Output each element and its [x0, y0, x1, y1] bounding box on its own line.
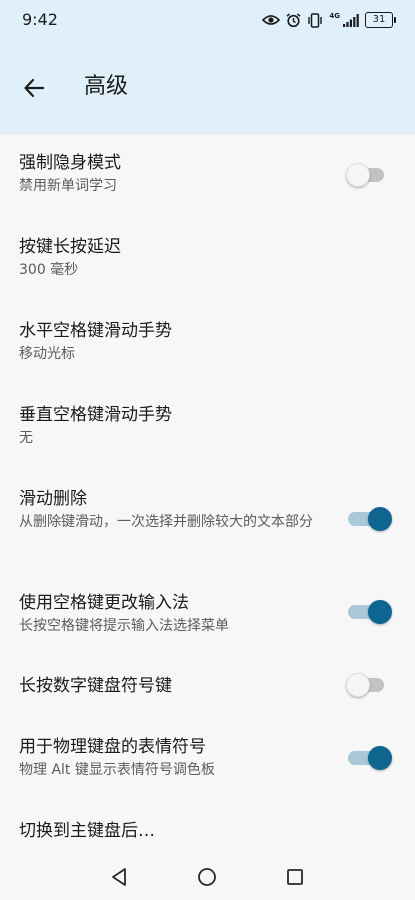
setting-space-switch-ime[interactable]: 使用空格键更改输入法 长按空格键将提示输入法选择菜单 [0, 572, 415, 656]
toggle-thumb [346, 673, 370, 697]
physical-emoji-toggle[interactable] [346, 745, 392, 771]
nav-back-button[interactable] [108, 866, 130, 888]
nav-home-button[interactable] [196, 866, 218, 888]
alarm-icon [286, 12, 301, 28]
triangle-back-icon [112, 868, 126, 886]
battery-icon: 31 [365, 12, 396, 28]
setting-vertical-space-swipe[interactable]: 垂直空格键滑动手势 无 [0, 384, 415, 468]
setting-numpad-symbol-longpress[interactable]: 长按数字键盘符号键 [0, 656, 415, 716]
setting-title: 使用空格键更改输入法 [19, 593, 189, 613]
swipe-delete-toggle[interactable] [346, 506, 392, 532]
page-title: 高级 [84, 74, 129, 99]
toggle-thumb [368, 600, 392, 624]
setting-title: 按键长按延迟 [19, 237, 121, 257]
setting-title: 滑动删除 [19, 489, 87, 509]
setting-title: 用于物理键盘的表情符号 [19, 737, 206, 757]
nav-recents-button[interactable] [284, 866, 306, 888]
setting-key-longpress-delay[interactable]: 按键长按延迟 300 毫秒 [0, 216, 415, 300]
setting-subtitle: 无 [19, 430, 33, 446]
setting-title: 长按数字键盘符号键 [19, 676, 172, 696]
setting-physical-keyboard-emoji[interactable]: 用于物理键盘的表情符号 物理 Alt 键显示表情符号调色板 [0, 716, 415, 816]
incognito-toggle[interactable] [346, 162, 392, 188]
setting-subtitle: 长按空格键将提示输入法选择菜单 [19, 618, 229, 634]
network-type-label: 4G [329, 12, 340, 20]
toggle-thumb [368, 746, 392, 770]
square-recents-icon [287, 869, 303, 885]
numpad-symbol-toggle[interactable] [346, 672, 392, 698]
status-icons: 4G 31 [262, 11, 396, 29]
setting-title: 切换到主键盘后… [19, 821, 155, 841]
top-app-bar: 9:42 4G 31 高级 [0, 0, 415, 132]
app-bar: 高级 [0, 60, 415, 116]
circle-home-icon [198, 868, 216, 886]
system-nav-bar [0, 852, 415, 900]
status-bar: 9:42 4G 31 [0, 0, 415, 40]
status-time: 9:42 [22, 10, 58, 29]
setting-subtitle: 禁用新单词学习 [19, 178, 117, 194]
setting-subtitle: 300 毫秒 [19, 262, 79, 278]
setting-after-switch-main-keyboard[interactable]: 切换到主键盘后… [0, 816, 415, 852]
setting-subtitle: 物理 Alt 键显示表情符号调色板 [19, 762, 215, 778]
signal-icon [343, 13, 359, 27]
setting-subtitle: 移动光标 [19, 346, 75, 362]
space-switch-ime-toggle[interactable] [346, 599, 392, 625]
arrow-back-icon [24, 78, 45, 98]
setting-title: 强制隐身模式 [19, 153, 121, 173]
eye-icon [262, 13, 281, 27]
setting-incognito-mode[interactable]: 强制隐身模式 禁用新单词学习 [0, 132, 415, 216]
toggle-thumb [346, 163, 370, 187]
toggle-thumb [368, 507, 392, 531]
setting-horizontal-space-swipe[interactable]: 水平空格键滑动手势 移动光标 [0, 300, 415, 384]
back-button[interactable] [14, 68, 54, 108]
setting-subtitle: 从删除键滑动，一次选择并删除较大的文本部分 [19, 514, 313, 530]
setting-swipe-delete[interactable]: 滑动删除 从删除键滑动，一次选择并删除较大的文本部分 [0, 468, 415, 572]
setting-title: 垂直空格键滑动手势 [19, 405, 172, 425]
vibrate-icon [307, 12, 323, 28]
setting-title: 水平空格键滑动手势 [19, 321, 172, 341]
